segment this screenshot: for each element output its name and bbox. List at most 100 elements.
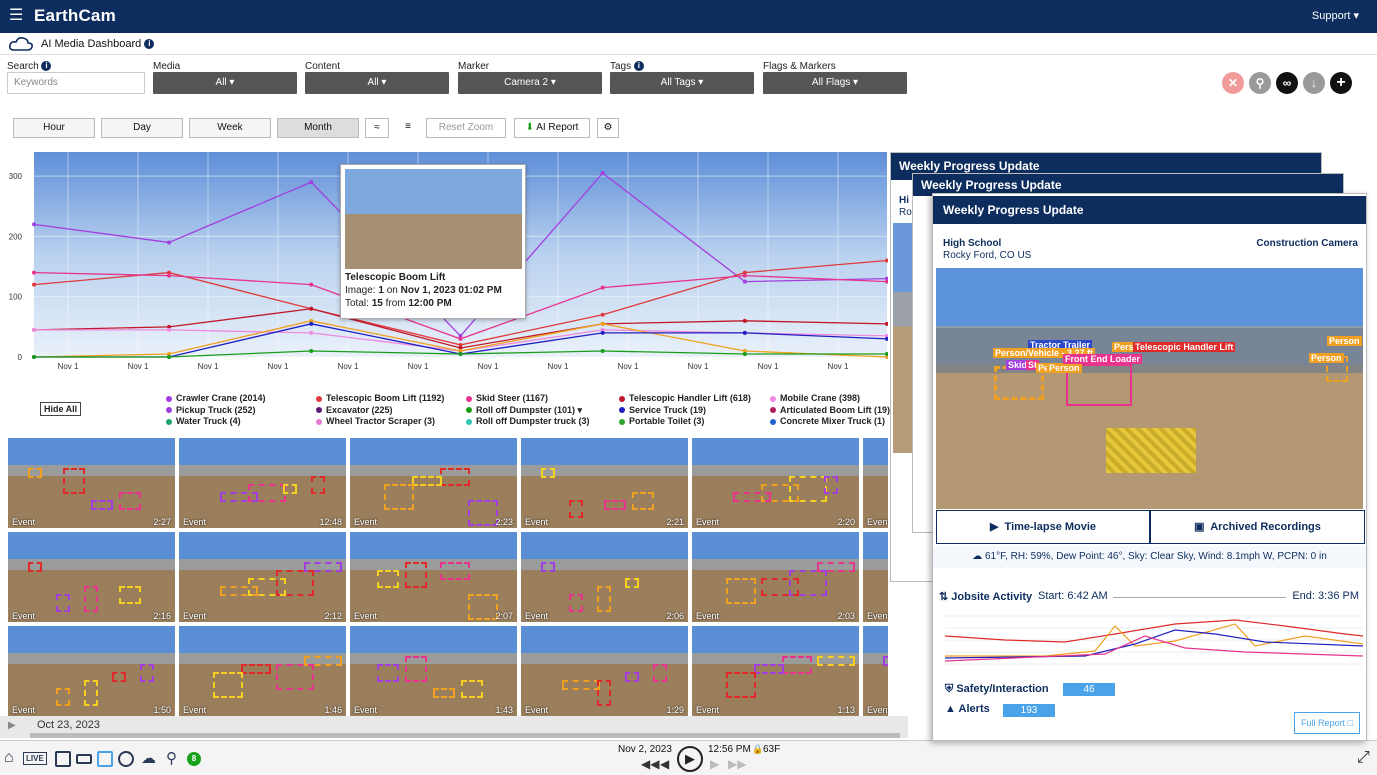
event-thumbnail[interactable]: Event 2:03	[692, 532, 859, 622]
data-point[interactable]	[309, 282, 314, 287]
data-point[interactable]	[600, 348, 605, 353]
event-thumbnail[interactable]: Event 2:23	[350, 438, 517, 528]
event-thumbnail[interactable]: Event 2:06	[521, 532, 688, 622]
timeline-scrubber[interactable]: ▶ Oct 23, 2023	[0, 716, 908, 738]
support-menu[interactable]: Support ▾	[1312, 9, 1359, 22]
event-thumbnail[interactable]: Event 2:07	[350, 532, 517, 622]
content-select[interactable]: All ▾	[305, 72, 449, 94]
legend-item[interactable]: Roll off Dumpster (101) ▾	[466, 405, 582, 416]
data-point[interactable]	[742, 330, 747, 335]
legend-item[interactable]: Mobile Crane (398)	[770, 393, 860, 403]
event-thumbnail[interactable]: Event	[863, 438, 888, 528]
line-chart-icon[interactable]: ≈	[365, 118, 389, 138]
media-select[interactable]: All ▾	[153, 72, 297, 94]
home-icon[interactable]: ⌂	[4, 749, 14, 767]
skip-back-icon[interactable]: ◀◀	[641, 757, 659, 771]
legend-item[interactable]: Skid Steer (1167)	[466, 393, 548, 403]
fullscreen-icon[interactable]: ⤢	[1357, 749, 1370, 767]
step-back-icon[interactable]: ◀	[660, 757, 669, 771]
earthcam-logo[interactable]: EarthCam	[34, 6, 116, 26]
download-icon[interactable]: ↓	[1303, 72, 1325, 94]
hamburger-menu-icon[interactable]: ☰	[9, 8, 23, 24]
legend-item[interactable]: Roll off Dumpster truck (3)	[466, 416, 590, 426]
data-point[interactable]	[309, 306, 314, 311]
month-button[interactable]: Month	[277, 118, 359, 138]
legend-item[interactable]: Service Truck (19)	[619, 405, 706, 415]
data-point[interactable]	[600, 171, 605, 176]
legend-item[interactable]: Telescopic Handler Lift (618)	[619, 393, 751, 403]
panorama-icon[interactable]	[76, 754, 92, 764]
data-point[interactable]	[167, 273, 172, 278]
event-thumbnail[interactable]: Event 1:13	[692, 626, 859, 716]
event-thumbnail[interactable]: Event 2:27	[8, 438, 175, 528]
step-forward-icon[interactable]: ▶	[710, 757, 719, 771]
gauge-icon[interactable]	[118, 751, 134, 767]
event-thumbnail[interactable]: Event 1:43	[350, 626, 517, 716]
legend-item[interactable]: Concrete Mixer Truck (1)	[770, 416, 885, 426]
event-thumbnail[interactable]: Event 2:21	[521, 438, 688, 528]
timelapse-movie-button[interactable]: ▶ Time-lapse Movie	[936, 510, 1150, 544]
legend-item[interactable]: Excavator (225)	[316, 405, 393, 415]
notification-badge[interactable]: 8	[187, 752, 201, 766]
settings-gear-icon[interactable]: ⚙	[597, 118, 619, 138]
data-point[interactable]	[309, 330, 314, 335]
event-thumbnail[interactable]: Event 2:16	[8, 532, 175, 622]
data-point[interactable]	[167, 355, 172, 359]
data-point[interactable]	[600, 285, 605, 290]
marker-select[interactable]: Camera 2 ▾	[458, 72, 602, 94]
data-point[interactable]	[167, 240, 172, 245]
event-thumbnail[interactable]: Event 1:50	[8, 626, 175, 716]
legend-item[interactable]: Pickup Truck (252)	[166, 405, 256, 415]
info-icon[interactable]: i	[41, 61, 52, 72]
legend-item[interactable]: Articulated Boom Lift (19)	[770, 405, 890, 415]
legend-item[interactable]: Crawler Crane (2014)	[166, 393, 266, 403]
event-thumbnail[interactable]: Event	[863, 532, 888, 622]
data-point[interactable]	[32, 327, 36, 332]
flags-select[interactable]: All Flags ▾	[763, 72, 907, 94]
archived-recordings-button[interactable]: ▣ Archived Recordings	[1150, 510, 1365, 544]
event-thumbnail[interactable]: Event 2:20	[692, 438, 859, 528]
legend-item[interactable]: Telescopic Boom Lift (1192)	[316, 393, 444, 403]
data-point[interactable]	[32, 355, 36, 359]
info-icon[interactable]: i	[144, 39, 155, 50]
data-point[interactable]	[458, 351, 463, 356]
full-report-button[interactable]: Full Report □	[1294, 712, 1360, 734]
tooltip-thumbnail[interactable]	[345, 169, 522, 269]
day-button[interactable]: Day	[101, 118, 183, 138]
clear-icon[interactable]: ✕	[1222, 72, 1244, 94]
film-icon[interactable]	[55, 751, 71, 767]
data-point[interactable]	[309, 348, 314, 353]
timeline-play-icon[interactable]: ▶	[8, 720, 16, 731]
data-point[interactable]	[309, 321, 314, 326]
event-thumbnail[interactable]: Event	[863, 626, 888, 716]
hide-all-button[interactable]: Hide All	[40, 402, 82, 416]
event-thumbnail[interactable]: Event 12:48	[179, 438, 346, 528]
data-point[interactable]	[742, 318, 747, 323]
week-button[interactable]: Week	[189, 118, 271, 138]
event-thumbnail[interactable]: Event 1:29	[521, 626, 688, 716]
ai-report-button[interactable]: ⬇ AI Report	[514, 118, 590, 138]
add-icon[interactable]: +	[1330, 72, 1352, 94]
data-point[interactable]	[742, 351, 747, 356]
link-icon[interactable]: ∞	[1276, 72, 1298, 94]
data-point[interactable]	[167, 327, 172, 332]
live-button[interactable]: LIVE	[23, 752, 47, 765]
share-icon[interactable]: ⚲	[1249, 72, 1271, 94]
data-point[interactable]	[600, 330, 605, 335]
legend-item[interactable]: Water Truck (4)	[166, 416, 241, 426]
construction-photo[interactable]: Tractor Trailer Person/Vehicle - 3.27 ft P…	[936, 268, 1363, 509]
reset-zoom-button[interactable]: Reset Zoom	[426, 118, 506, 138]
tags-select[interactable]: All Tags ▾	[610, 72, 754, 94]
legend-item[interactable]: Wheel Tractor Scraper (3)	[316, 416, 435, 426]
data-point[interactable]	[600, 312, 605, 317]
legend-item[interactable]: Portable Toilet (3)	[619, 416, 704, 426]
data-point[interactable]	[309, 180, 314, 185]
search-input[interactable]: Keywords	[7, 72, 145, 94]
report-card[interactable]: Weekly Progress Update High School Rocky…	[932, 193, 1367, 741]
info-icon[interactable]: i	[633, 61, 644, 72]
data-point[interactable]	[742, 279, 747, 284]
data-point[interactable]	[600, 321, 605, 326]
bar-chart-icon[interactable]: ≡	[396, 118, 420, 138]
hour-button[interactable]: Hour	[13, 118, 95, 138]
timeline-track[interactable]	[30, 733, 900, 738]
